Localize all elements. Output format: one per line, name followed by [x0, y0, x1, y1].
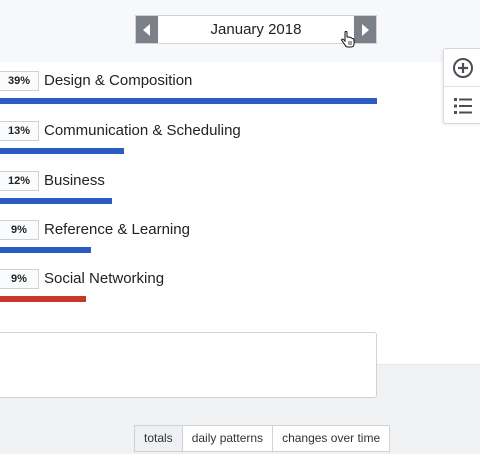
percent-badge: 12%: [0, 171, 39, 191]
category-name[interactable]: Business: [44, 171, 105, 191]
side-toolbar: [443, 48, 480, 124]
percent-badge: 39%: [0, 71, 39, 91]
category-name[interactable]: Reference & Learning: [44, 220, 190, 240]
view-tabs: totals daily patterns changes over time: [134, 425, 391, 452]
percent-badge: 9%: [0, 220, 39, 240]
category-name[interactable]: Design & Composition: [44, 71, 192, 91]
list-icon: [453, 98, 472, 114]
category-row: 39% Design & Composition: [0, 71, 420, 111]
category-row: 13% Communication & Scheduling: [0, 121, 420, 161]
category-bar[interactable]: [0, 98, 377, 104]
percent-badge: 9%: [0, 269, 39, 289]
category-bar[interactable]: [0, 148, 124, 154]
category-bar[interactable]: [0, 198, 112, 204]
category-name[interactable]: Communication & Scheduling: [44, 121, 241, 141]
chevron-left-icon: [143, 23, 150, 36]
hand-cursor-icon: [340, 31, 355, 48]
details-panel: [0, 332, 377, 398]
category-bar[interactable]: [0, 247, 91, 253]
chevron-right-icon: [362, 23, 369, 36]
category-row: 9% Social Networking: [0, 269, 420, 309]
category-row: 9% Reference & Learning: [0, 220, 420, 260]
category-bar[interactable]: [0, 296, 86, 302]
category-name[interactable]: Social Networking: [44, 269, 164, 289]
current-month-label: January 2018: [210, 21, 302, 38]
tab-daily-patterns[interactable]: daily patterns: [181, 426, 272, 451]
previous-month-button[interactable]: [136, 16, 158, 43]
category-row: 12% Business: [0, 171, 420, 211]
zoom-button[interactable]: [444, 49, 480, 87]
add-circle-icon: [452, 57, 473, 78]
list-view-button[interactable]: [444, 87, 480, 125]
tab-changes-over-time[interactable]: changes over time: [272, 426, 389, 451]
percent-badge: 13%: [0, 121, 39, 141]
tab-totals[interactable]: totals: [135, 426, 182, 451]
next-month-button[interactable]: [354, 16, 376, 43]
